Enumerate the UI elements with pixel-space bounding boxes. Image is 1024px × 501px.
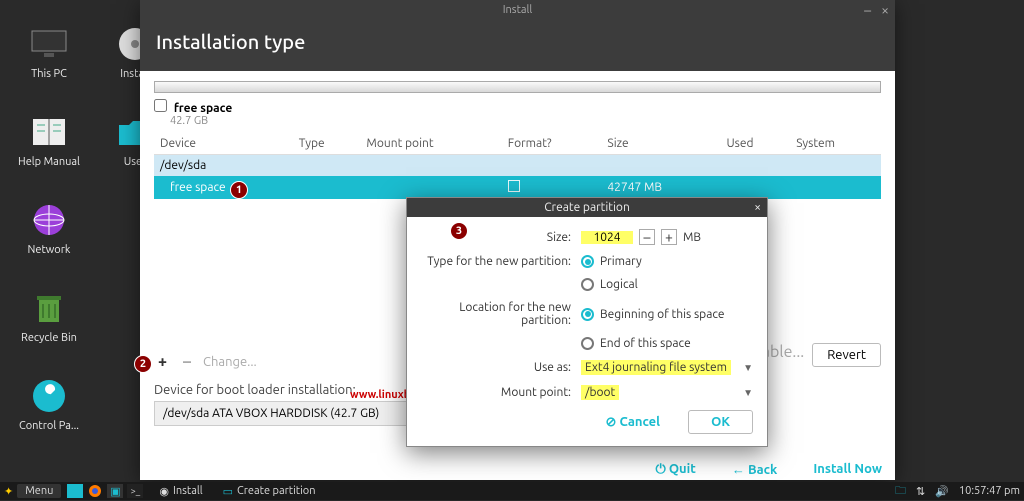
type-label: Type for the new partition: — [421, 255, 581, 268]
size-decrement[interactable]: – — [639, 229, 655, 245]
system-tray: 🗀 ⇅ 🔊 10:57:47 pm — [895, 482, 1020, 501]
desktop-label: This PC — [14, 68, 84, 80]
globe-icon — [29, 200, 69, 240]
radio-beginning[interactable]: Beginning of this space — [581, 308, 753, 321]
table-row[interactable]: /dev/sda — [154, 155, 881, 177]
desktop-label: Control Pa... — [14, 420, 84, 432]
annotation-badge-3: 3 — [450, 222, 468, 240]
desktop-icon-network[interactable]: Network — [14, 200, 84, 256]
partition-table: Device Type Mount point Format? Size Use… — [154, 133, 881, 199]
ok-button[interactable]: OK — [688, 410, 753, 434]
dialog-titlebar[interactable]: Create partition × — [407, 198, 767, 217]
radio-logical[interactable]: Logical — [581, 278, 753, 291]
window-titlebar[interactable]: Install – × — [140, 0, 895, 20]
quit-button[interactable]: ⏻ Quit — [655, 462, 695, 477]
desktop-icon-help[interactable]: Help Manual — [14, 112, 84, 168]
col-type[interactable]: Type — [293, 133, 361, 155]
install-now-button[interactable]: Install Now — [813, 462, 882, 477]
desktop-icon-control[interactable]: Control Pa... — [14, 376, 84, 432]
trash-icon — [29, 288, 69, 328]
minimize-icon[interactable]: – — [864, 2, 871, 18]
col-device[interactable]: Device — [154, 133, 293, 155]
partition-bar — [154, 81, 881, 93]
col-system[interactable]: System — [790, 133, 881, 155]
mount-label: Mount point: — [421, 386, 581, 399]
taskbar: ✦ Menu ▣ >_ ◉Install ▭Create partition 🗀… — [0, 482, 1024, 500]
table-row-selected[interactable]: free space 42747 MB — [154, 176, 881, 199]
star-icon: ✦ — [4, 485, 13, 498]
size-label: Size: — [421, 231, 581, 244]
files-icon[interactable]: ▣ — [107, 484, 123, 498]
taskbar-task-create-partition[interactable]: ▭Create partition — [215, 484, 324, 499]
mount-select[interactable]: /boot▼ — [581, 385, 753, 400]
terminal-icon[interactable]: >_ — [127, 484, 143, 498]
tray-network-icon[interactable]: ⇅ — [916, 485, 925, 498]
free-space-size: 42.7 GB — [170, 115, 881, 127]
tray-volume-icon[interactable]: 🔊 — [935, 485, 949, 498]
firefox-icon[interactable] — [87, 484, 103, 498]
format-checkbox[interactable] — [508, 180, 520, 192]
size-unit: MB — [683, 231, 701, 244]
desktop-icon-this-pc[interactable]: This PC — [14, 24, 84, 80]
radio-primary[interactable]: Primary — [581, 255, 753, 268]
back-button[interactable]: ← Back — [732, 462, 777, 477]
show-desktop-icon[interactable] — [67, 484, 83, 498]
taskbar-task-install[interactable]: ◉Install — [151, 484, 210, 499]
chevron-down-icon: ▼ — [743, 362, 753, 374]
col-size[interactable]: Size — [601, 133, 720, 155]
use-as-label: Use as: — [421, 361, 581, 374]
desktop-icon-recycle[interactable]: Recycle Bin — [14, 288, 84, 344]
start-menu-button[interactable]: Menu — [17, 484, 61, 498]
cancel-button[interactable]: Cancel — [591, 410, 674, 434]
desktop-label: Help Manual — [14, 156, 84, 168]
col-format[interactable]: Format? — [502, 133, 602, 155]
size-input[interactable] — [581, 231, 633, 244]
location-label: Location for the new partition: — [421, 301, 581, 327]
use-as-select[interactable]: Ext4 journaling file system▼ — [581, 360, 753, 375]
annotation-badge-1: 1 — [230, 181, 248, 199]
tray-folder-icon[interactable]: 🗀 — [895, 482, 906, 501]
col-mount[interactable]: Mount point — [360, 133, 501, 155]
monitor-icon — [29, 24, 69, 64]
chevron-down-icon: ▼ — [743, 387, 753, 399]
change-partition-button[interactable]: Change... — [203, 355, 257, 369]
clock[interactable]: 10:57:47 pm — [959, 485, 1020, 497]
radio-end[interactable]: End of this space — [581, 337, 753, 350]
free-space-checkbox[interactable]: free space — [154, 99, 881, 115]
wizard-nav: ⏻ Quit ← Back Install Now — [152, 462, 882, 477]
col-used[interactable]: Used — [720, 133, 790, 155]
remove-partition-button[interactable]: – — [179, 353, 195, 371]
close-icon[interactable]: × — [881, 2, 889, 18]
book-icon — [29, 112, 69, 152]
window-title: Install — [503, 4, 533, 16]
size-increment[interactable]: + — [661, 229, 677, 245]
close-icon[interactable]: × — [754, 201, 761, 214]
desktop-label: Network — [14, 244, 84, 256]
add-partition-button[interactable]: + — [154, 353, 171, 371]
annotation-badge-2: 2 — [134, 355, 152, 373]
desktop-label: Recycle Bin — [14, 332, 84, 344]
dialog-title: Create partition — [544, 201, 630, 214]
page-title: Installation type — [140, 20, 895, 71]
window-icon: ▭ — [223, 485, 233, 498]
revert-button[interactable]: Revert — [812, 343, 881, 367]
wrench-icon — [29, 376, 69, 416]
disc-icon: ◉ — [159, 485, 169, 498]
